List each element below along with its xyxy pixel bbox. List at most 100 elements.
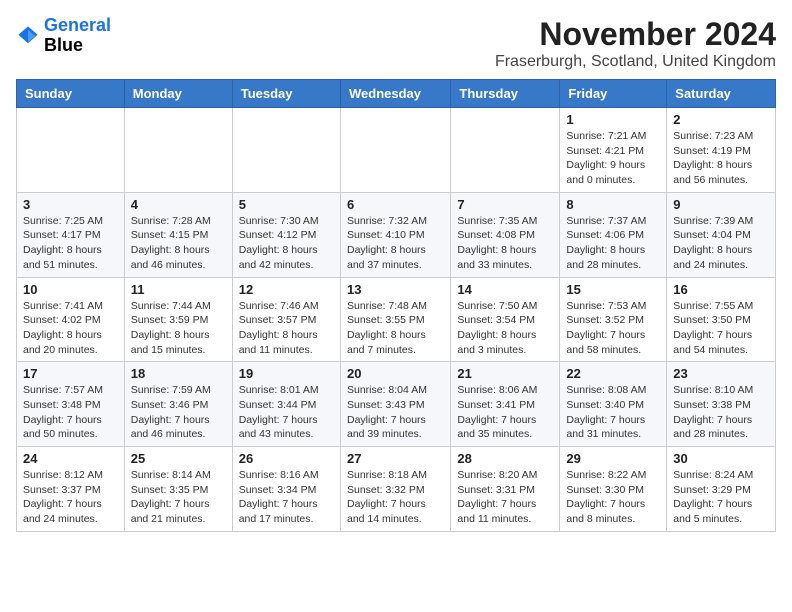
calendar-cell: 13Sunrise: 7:48 AM Sunset: 3:55 PM Dayli…	[340, 277, 450, 362]
day-info: Sunrise: 7:23 AM Sunset: 4:19 PM Dayligh…	[673, 129, 769, 188]
calendar-cell: 14 Sunrise: 7:50 AM Sunset: 3:54 PM Dayli…	[451, 277, 560, 362]
day-info: Sunrise: 8:08 AM Sunset: 3:40 PM Dayligh…	[566, 383, 660, 442]
calendar-cell: 3Sunrise: 7:25 AM Sunset: 4:17 PM Daylig…	[17, 192, 125, 277]
day-info: Sunrise: 8:12 AM Sunset: 3:37 PM Dayligh…	[23, 468, 118, 527]
day-info: Sunrise: 8:01 AM Sunset: 3:44 PM Dayligh…	[239, 383, 334, 442]
day-number: 13	[347, 282, 444, 297]
day-info: Sunrise: 8:14 AM Sunset: 3:35 PM Dayligh…	[131, 468, 226, 527]
day-info: Sunrise: 8:18 AM Sunset: 3:32 PM Dayligh…	[347, 468, 444, 527]
calendar-cell: 6 Sunrise: 7:32 AM Sunset: 4:10 PM Daylig…	[340, 192, 450, 277]
day-number: 2	[673, 112, 769, 127]
day-number: 26	[239, 451, 334, 466]
day-info: Sunrise: 8:04 AM Sunset: 3:43 PM Dayligh…	[347, 383, 444, 442]
calendar-cell: 17 Sunrise: 7:57 AM Sunset: 3:48 PM Dayli…	[17, 362, 125, 447]
day-info: Sunrise: 7:44 AM Sunset: 3:59 PM Dayligh…	[131, 299, 226, 358]
day-number: 30	[673, 451, 769, 466]
day-info: Sunrise: 8:06 AM Sunset: 3:41 PM Dayligh…	[457, 383, 553, 442]
day-number: 8	[566, 197, 660, 212]
weekday-header: Wednesday	[340, 80, 450, 108]
day-number: 7	[457, 197, 553, 212]
day-info: Sunrise: 8:20 AM Sunset: 3:31 PM Dayligh…	[457, 468, 553, 527]
calendar-week-row: 24 Sunrise: 8:12 AM Sunset: 3:37 PM Dayli…	[17, 447, 776, 532]
calendar-cell: 19Sunrise: 8:01 AM Sunset: 3:44 PM Dayli…	[232, 362, 340, 447]
calendar-cell: 26 Sunrise: 8:16 AM Sunset: 3:34 PM Dayli…	[232, 447, 340, 532]
calendar-cell: 23 Sunrise: 8:10 AM Sunset: 3:38 PM Dayli…	[667, 362, 776, 447]
page-header: General Blue November 2024 Fraserburgh, …	[16, 16, 776, 71]
calendar-cell	[17, 108, 125, 193]
calendar-cell: 15 Sunrise: 7:53 AM Sunset: 3:52 PM Dayli…	[560, 277, 667, 362]
day-number: 15	[566, 282, 660, 297]
logo-text: General Blue	[44, 16, 111, 56]
day-info: Sunrise: 7:30 AM Sunset: 4:12 PM Dayligh…	[239, 214, 334, 273]
weekday-header: Monday	[124, 80, 232, 108]
day-number: 12	[239, 282, 334, 297]
calendar-cell: 10 Sunrise: 7:41 AM Sunset: 4:02 PM Dayli…	[17, 277, 125, 362]
logo: General Blue	[16, 16, 111, 56]
calendar-week-row: 17 Sunrise: 7:57 AM Sunset: 3:48 PM Dayli…	[17, 362, 776, 447]
calendar-week-row: 10 Sunrise: 7:41 AM Sunset: 4:02 PM Dayli…	[17, 277, 776, 362]
calendar-cell: 22Sunrise: 8:08 AM Sunset: 3:40 PM Dayli…	[560, 362, 667, 447]
logo-icon	[16, 24, 40, 48]
day-number: 17	[23, 366, 118, 381]
calendar-cell: 4Sunrise: 7:28 AM Sunset: 4:15 PM Daylig…	[124, 192, 232, 277]
day-info: Sunrise: 7:46 AM Sunset: 3:57 PM Dayligh…	[239, 299, 334, 358]
day-info: Sunrise: 7:50 AM Sunset: 3:54 PM Dayligh…	[457, 299, 553, 358]
day-info: Sunrise: 7:55 AM Sunset: 3:50 PM Dayligh…	[673, 299, 769, 358]
day-info: Sunrise: 7:35 AM Sunset: 4:08 PM Dayligh…	[457, 214, 553, 273]
day-info: Sunrise: 8:16 AM Sunset: 3:34 PM Dayligh…	[239, 468, 334, 527]
calendar-header-row: SundayMondayTuesdayWednesdayThursdayFrid…	[17, 80, 776, 108]
day-number: 14	[457, 282, 553, 297]
calendar-cell: 18Sunrise: 7:59 AM Sunset: 3:46 PM Dayli…	[124, 362, 232, 447]
calendar-table: SundayMondayTuesdayWednesdayThursdayFrid…	[16, 79, 776, 532]
weekday-header: Sunday	[17, 80, 125, 108]
day-info: Sunrise: 7:41 AM Sunset: 4:02 PM Dayligh…	[23, 299, 118, 358]
day-info: Sunrise: 7:21 AM Sunset: 4:21 PM Dayligh…	[566, 129, 660, 188]
calendar-cell: 11 Sunrise: 7:44 AM Sunset: 3:59 PM Dayli…	[124, 277, 232, 362]
calendar-cell	[124, 108, 232, 193]
day-info: Sunrise: 7:57 AM Sunset: 3:48 PM Dayligh…	[23, 383, 118, 442]
day-number: 28	[457, 451, 553, 466]
calendar-cell: 25Sunrise: 8:14 AM Sunset: 3:35 PM Dayli…	[124, 447, 232, 532]
day-number: 9	[673, 197, 769, 212]
day-info: Sunrise: 7:39 AM Sunset: 4:04 PM Dayligh…	[673, 214, 769, 273]
day-number: 6	[347, 197, 444, 212]
calendar-cell	[232, 108, 340, 193]
day-info: Sunrise: 7:32 AM Sunset: 4:10 PM Dayligh…	[347, 214, 444, 273]
day-number: 23	[673, 366, 769, 381]
calendar-cell: 29Sunrise: 8:22 AM Sunset: 3:30 PM Dayli…	[560, 447, 667, 532]
day-number: 11	[131, 282, 226, 297]
day-info: Sunrise: 8:22 AM Sunset: 3:30 PM Dayligh…	[566, 468, 660, 527]
calendar-cell: 5 Sunrise: 7:30 AM Sunset: 4:12 PM Daylig…	[232, 192, 340, 277]
weekday-header: Thursday	[451, 80, 560, 108]
calendar-cell: 20Sunrise: 8:04 AM Sunset: 3:43 PM Dayli…	[340, 362, 450, 447]
weekday-header: Tuesday	[232, 80, 340, 108]
month-year-title: November 2024	[495, 16, 776, 53]
day-number: 24	[23, 451, 118, 466]
calendar-cell: 12 Sunrise: 7:46 AM Sunset: 3:57 PM Dayli…	[232, 277, 340, 362]
calendar-cell	[340, 108, 450, 193]
calendar-cell: 2 Sunrise: 7:23 AM Sunset: 4:19 PM Daylig…	[667, 108, 776, 193]
weekday-header: Friday	[560, 80, 667, 108]
day-info: Sunrise: 8:10 AM Sunset: 3:38 PM Dayligh…	[673, 383, 769, 442]
calendar-cell: 9 Sunrise: 7:39 AM Sunset: 4:04 PM Daylig…	[667, 192, 776, 277]
calendar-week-row: 3Sunrise: 7:25 AM Sunset: 4:17 PM Daylig…	[17, 192, 776, 277]
day-number: 1	[566, 112, 660, 127]
calendar-cell: 7 Sunrise: 7:35 AM Sunset: 4:08 PM Daylig…	[451, 192, 560, 277]
calendar-cell: 24 Sunrise: 8:12 AM Sunset: 3:37 PM Dayli…	[17, 447, 125, 532]
calendar-cell: 28 Sunrise: 8:20 AM Sunset: 3:31 PM Dayli…	[451, 447, 560, 532]
calendar-cell: 8 Sunrise: 7:37 AM Sunset: 4:06 PM Daylig…	[560, 192, 667, 277]
day-info: Sunrise: 7:59 AM Sunset: 3:46 PM Dayligh…	[131, 383, 226, 442]
day-number: 27	[347, 451, 444, 466]
location-subtitle: Fraserburgh, Scotland, United Kingdom	[495, 53, 776, 71]
day-number: 4	[131, 197, 226, 212]
day-info: Sunrise: 7:53 AM Sunset: 3:52 PM Dayligh…	[566, 299, 660, 358]
day-number: 10	[23, 282, 118, 297]
day-info: Sunrise: 8:24 AM Sunset: 3:29 PM Dayligh…	[673, 468, 769, 527]
calendar-cell: 21 Sunrise: 8:06 AM Sunset: 3:41 PM Dayli…	[451, 362, 560, 447]
day-number: 5	[239, 197, 334, 212]
day-info: Sunrise: 7:37 AM Sunset: 4:06 PM Dayligh…	[566, 214, 660, 273]
calendar-week-row: 1 Sunrise: 7:21 AM Sunset: 4:21 PM Daylig…	[17, 108, 776, 193]
day-number: 16	[673, 282, 769, 297]
calendar-cell: 30 Sunrise: 8:24 AM Sunset: 3:29 PM Dayli…	[667, 447, 776, 532]
day-number: 21	[457, 366, 553, 381]
